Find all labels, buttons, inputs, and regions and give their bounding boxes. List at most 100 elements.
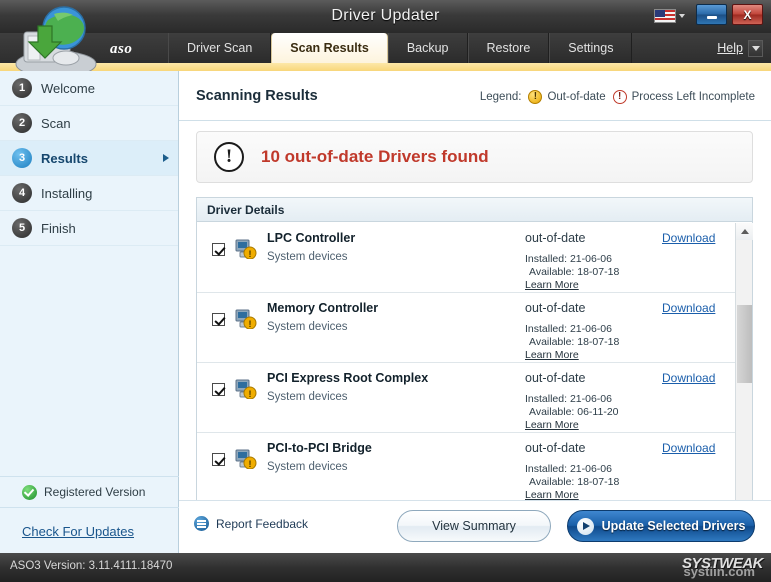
learn-more-link[interactable]: Learn More <box>525 349 579 361</box>
main-header: Scanning Results Legend: ! Out-of-date !… <box>179 87 771 121</box>
sidebar-item-label: Finish <box>41 221 76 236</box>
chevron-down-icon <box>679 14 685 18</box>
tab-bar: aso Driver Scan Scan Results Backup Rest… <box>0 33 771 63</box>
title-bar: Driver Updater X <box>0 0 771 33</box>
driver-category: System devices <box>267 461 348 473</box>
chevron-up-icon <box>741 229 749 234</box>
learn-more-link[interactable]: Learn More <box>525 419 579 431</box>
download-link[interactable]: Download <box>662 441 715 455</box>
tab-driver-scan[interactable]: Driver Scan <box>168 33 271 63</box>
driver-name: Memory Controller <box>267 301 378 315</box>
legend-out-of-date-label: Out-of-date <box>547 91 605 103</box>
legend-label: Legend: <box>480 91 522 103</box>
feedback-icon <box>194 516 209 531</box>
legend-incomplete-label: Process Left Incomplete <box>632 91 755 103</box>
brand-logo-text: aso <box>110 41 132 58</box>
driver-installed-date: Installed: 21-06-06 <box>525 393 612 405</box>
update-selected-drivers-button[interactable]: Update Selected Drivers <box>567 510 755 542</box>
sidebar-item-label: Scan <box>41 116 71 131</box>
table-row[interactable]: ! Memory Controller System devices out-o… <box>197 293 736 363</box>
chevron-right-icon <box>163 154 169 162</box>
tab-restore[interactable]: Restore <box>468 33 550 63</box>
application-window: Driver Updater X aso Driver Scan Scan Re… <box>0 0 771 582</box>
check-for-updates-link[interactable]: Check For Updates <box>22 524 134 539</box>
driver-name: LPC Controller <box>267 231 355 245</box>
registered-version-label: Registered Version <box>44 485 145 499</box>
step-number: 4 <box>12 183 32 203</box>
row-checkbox[interactable] <box>212 313 225 326</box>
learn-more-link[interactable]: Learn More <box>525 279 579 291</box>
device-warning-icon: ! <box>235 239 257 259</box>
step-number: 2 <box>12 113 32 133</box>
download-link[interactable]: Download <box>662 301 715 315</box>
scroll-up-button[interactable] <box>736 223 753 240</box>
alert-message: 10 out-of-date Drivers found <box>261 147 489 167</box>
driver-installed-date: Installed: 21-06-06 <box>525 323 612 335</box>
check-circle-icon <box>22 485 37 500</box>
play-triangle <box>583 522 590 530</box>
help-dropdown-button[interactable] <box>748 40 763 57</box>
chevron-down-icon <box>752 46 760 51</box>
report-feedback-link[interactable]: Report Feedback <box>194 516 308 531</box>
sidebar-item-label: Results <box>41 151 88 166</box>
table-row[interactable]: ! PCI Express Root Complex System device… <box>197 363 736 433</box>
download-link[interactable]: Download <box>662 371 715 385</box>
svg-text:!: ! <box>249 249 252 259</box>
driver-status: out-of-date <box>525 441 585 455</box>
view-summary-button[interactable]: View Summary <box>397 510 551 542</box>
registered-version-status: Registered Version <box>0 476 179 508</box>
help-link[interactable]: Help <box>717 41 743 55</box>
sidebar-item-scan[interactable]: 2 Scan <box>0 106 178 141</box>
row-checkbox[interactable] <box>212 243 225 256</box>
device-warning-icon: ! <box>235 309 257 329</box>
row-checkbox[interactable] <box>212 383 225 396</box>
table-row[interactable]: ! PCI-to-PCI Bridge System devices out-o… <box>197 433 736 503</box>
help-label: Help <box>717 41 743 55</box>
sidebar-item-installing[interactable]: 4 Installing <box>0 176 178 211</box>
language-selector[interactable] <box>654 6 690 25</box>
check-updates-area: Check For Updates <box>0 511 179 551</box>
driver-category: System devices <box>267 251 348 263</box>
sidebar-item-finish[interactable]: 5 Finish <box>0 211 178 246</box>
body-frame: 1 Welcome 2 Scan 3 Results 4 Installing … <box>0 71 771 553</box>
minimize-icon <box>707 16 717 19</box>
warning-yellow-icon: ! <box>528 90 542 104</box>
legend-out-of-date: ! Out-of-date <box>528 90 605 104</box>
download-link[interactable]: Download <box>662 231 715 245</box>
driver-available-date: Available: 18-07-18 <box>529 476 619 488</box>
sidebar-item-welcome[interactable]: 1 Welcome <box>0 71 178 106</box>
tab-settings[interactable]: Settings <box>549 33 632 63</box>
tab-list: Driver Scan Scan Results Backup Restore … <box>168 33 632 63</box>
tab-backup[interactable]: Backup <box>388 33 468 63</box>
driver-available-date: Available: 18-07-18 <box>529 266 619 278</box>
step-number: 3 <box>12 148 32 168</box>
sidebar-item-label: Installing <box>41 186 92 201</box>
device-warning-icon: ! <box>235 449 257 469</box>
svg-text:!: ! <box>249 389 252 399</box>
sidebar-item-results[interactable]: 3 Results <box>0 141 178 176</box>
step-number: 1 <box>12 78 32 98</box>
version-label: ASO3 Version: 3.11.4111.18470 <box>10 560 172 572</box>
driver-status: out-of-date <box>525 301 585 315</box>
driver-status: out-of-date <box>525 371 585 385</box>
svg-text:!: ! <box>249 319 252 329</box>
minimize-button[interactable] <box>696 4 727 25</box>
us-flag-icon <box>654 9 676 23</box>
sidebar-item-label: Welcome <box>41 81 95 96</box>
driver-name: PCI-to-PCI Bridge <box>267 441 372 455</box>
tab-scan-results[interactable]: Scan Results <box>271 33 388 63</box>
scrollbar-thumb[interactable] <box>737 305 752 383</box>
driver-name: PCI Express Root Complex <box>267 371 428 385</box>
legend-incomplete: ! Process Left Incomplete <box>613 90 755 104</box>
update-selected-drivers-label: Update Selected Drivers <box>602 519 746 533</box>
close-button[interactable]: X <box>732 4 763 25</box>
action-footer: Report Feedback View Summary Update Sele… <box>179 500 771 553</box>
play-icon <box>577 518 594 535</box>
alert-banner: ! 10 out-of-date Drivers found <box>196 131 753 183</box>
row-checkbox[interactable] <box>212 453 225 466</box>
exclamation-circle-icon: ! <box>214 142 244 172</box>
driver-status: out-of-date <box>525 231 585 245</box>
svg-text:!: ! <box>249 459 252 469</box>
table-row[interactable]: ! LPC Controller System devices out-of-d… <box>197 223 736 293</box>
driver-available-date: Available: 06-11-20 <box>529 406 619 418</box>
